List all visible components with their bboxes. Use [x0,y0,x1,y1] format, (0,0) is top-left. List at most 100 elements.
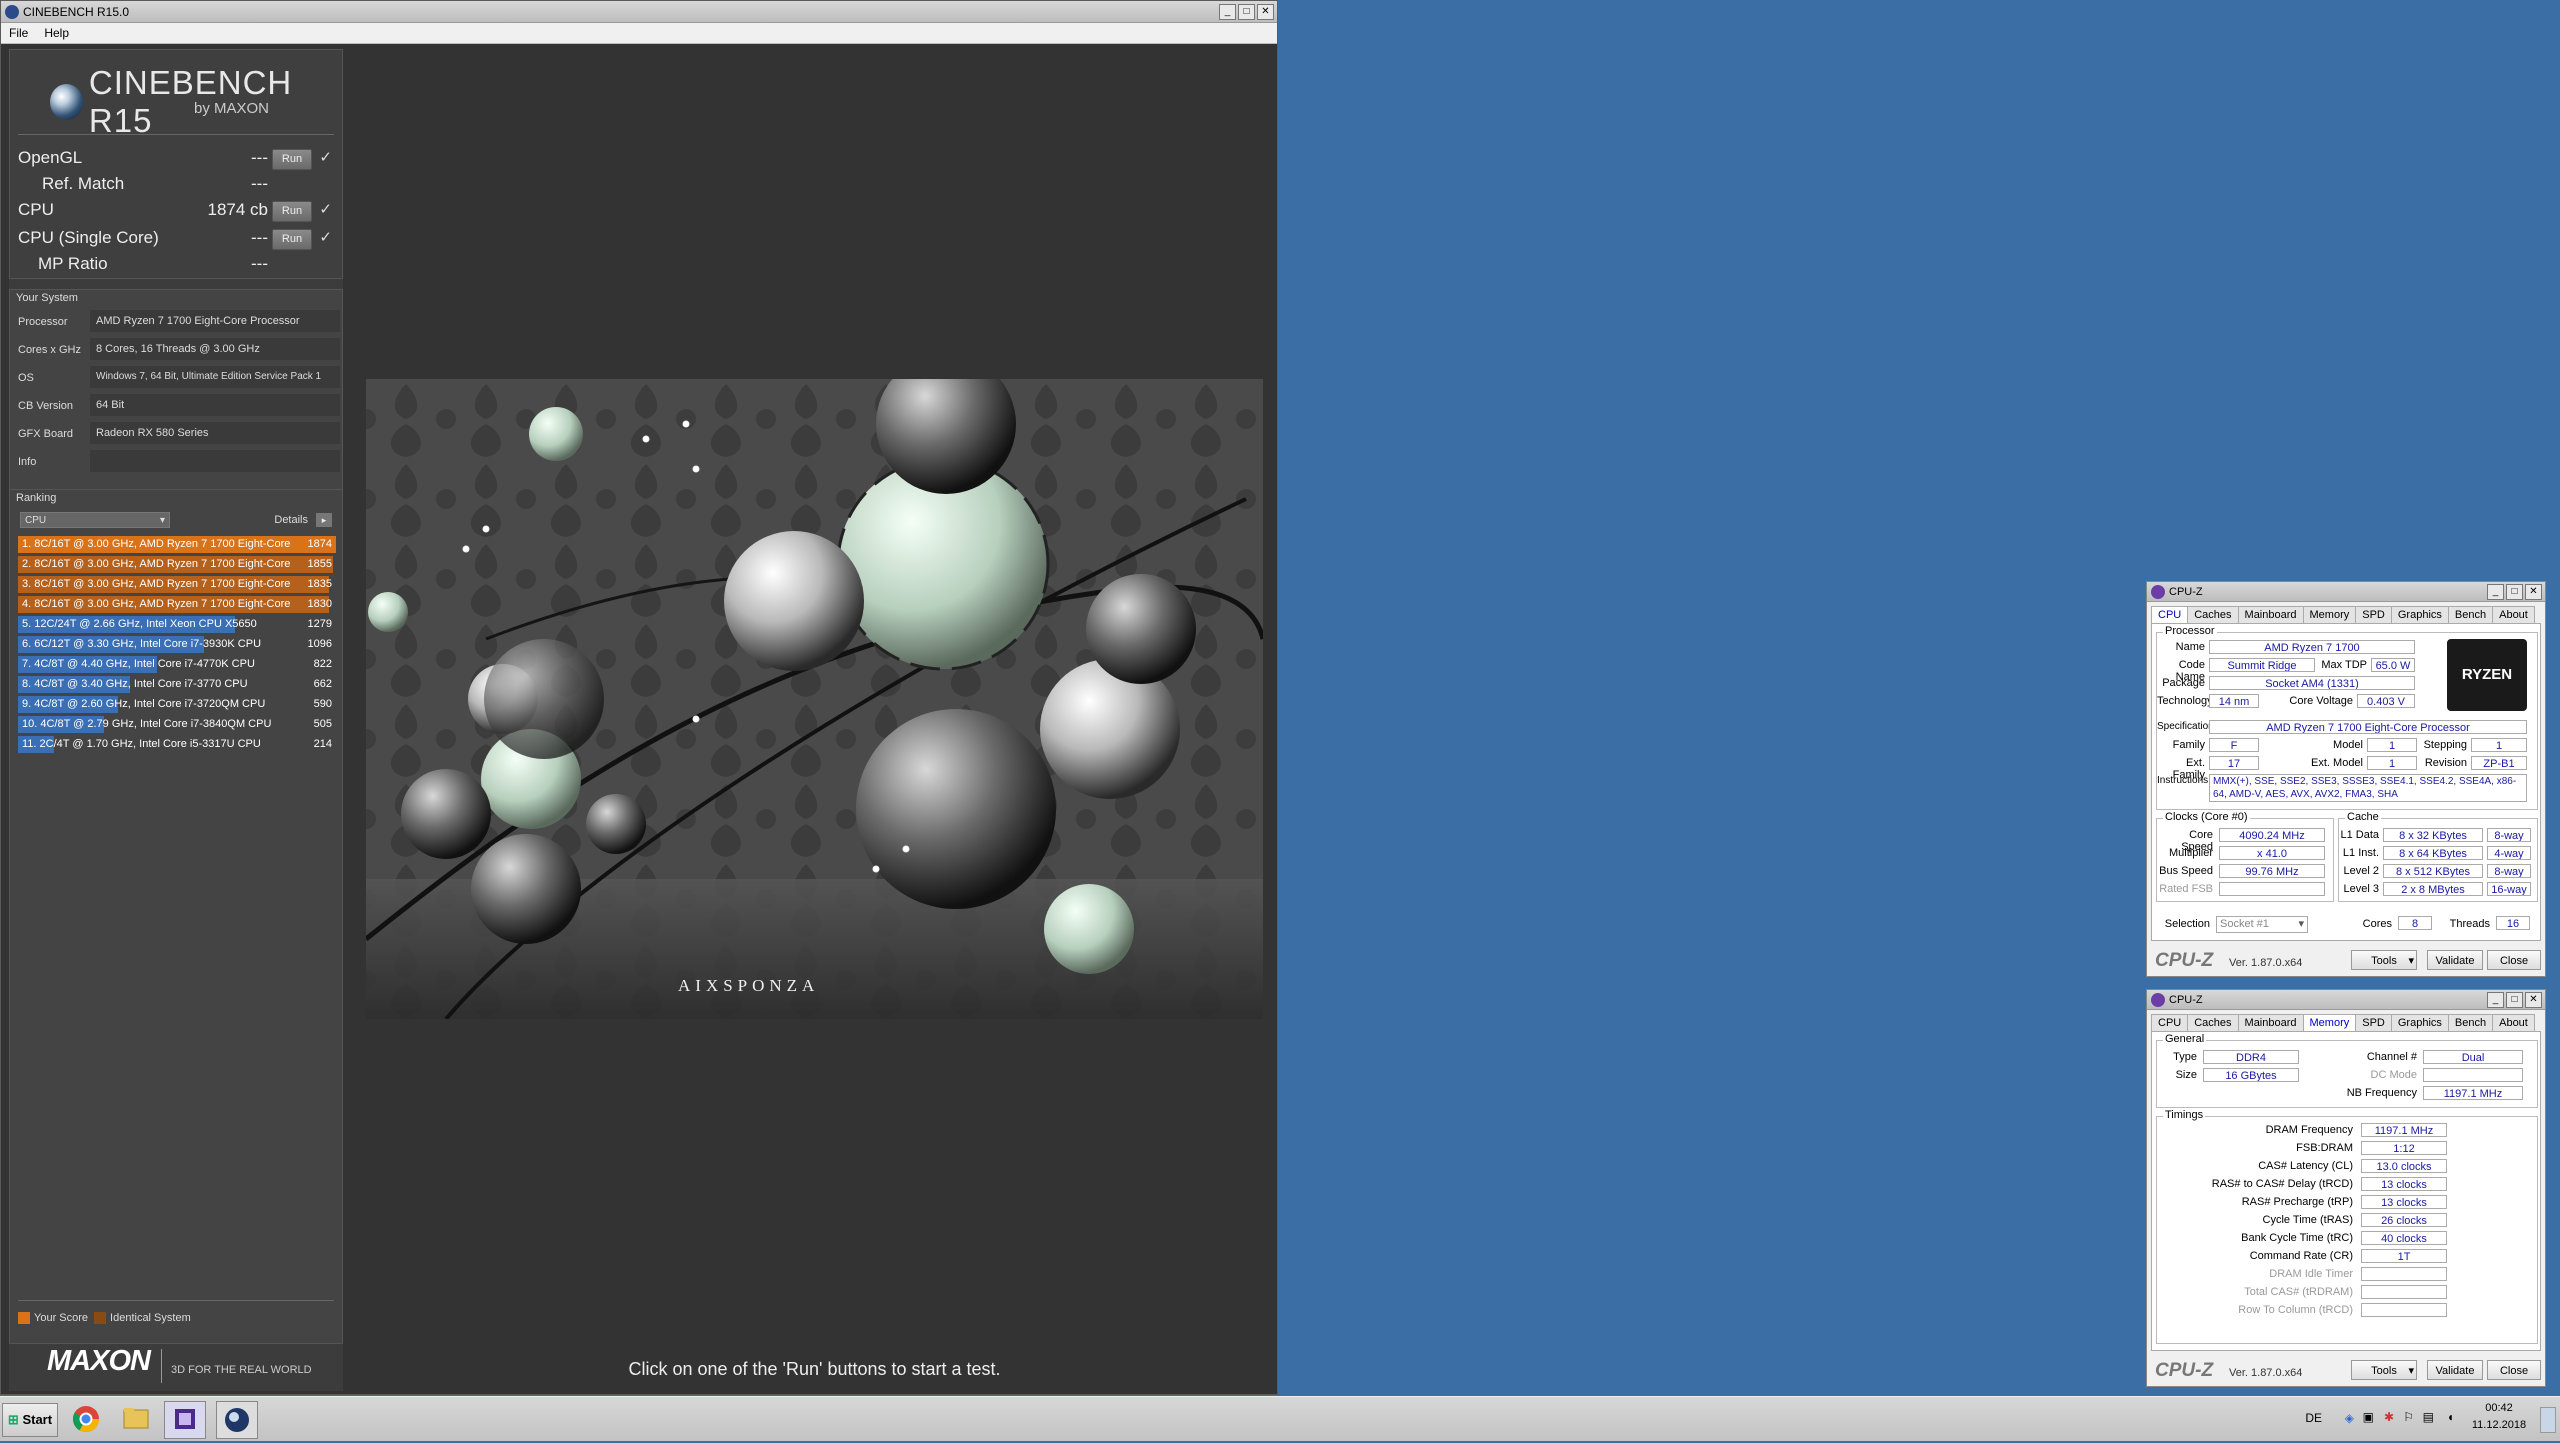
menu-help[interactable]: Help [36,26,77,40]
ranking-row[interactable]: 3. 8C/16T @ 3.00 GHz, AMD Ryzen 7 1700 E… [18,576,336,593]
cpu-check-icon[interactable]: ✓ [319,200,332,218]
tab-memory[interactable]: Memory [2302,1014,2357,1032]
instructions-value: MMX(+), SSE, SSE2, SSE3, SSSE3, SSE4.1, … [2209,774,2527,802]
tab-bench[interactable]: Bench [2447,1014,2494,1032]
chrome-taskbar-icon[interactable] [66,1401,106,1437]
ranking-text: 7. 4C/8T @ 4.40 GHz, Intel Core i7-4770K… [22,658,255,670]
ranking-row[interactable]: 11. 2C/4T @ 1.70 GHz, Intel Core i5-3317… [18,736,336,753]
minimize-button[interactable]: _ [1219,3,1236,20]
ranking-row[interactable]: 1. 8C/16T @ 3.00 GHz, AMD Ryzen 7 1700 E… [18,536,336,553]
volume-tray-icon[interactable]: ◖ [2447,1410,2454,1424]
timing-value: 40 clocks [2361,1231,2447,1245]
tools-label: Tools [2371,955,2397,967]
bench-label: CPU [18,200,54,219]
threads-value: 16 [2496,916,2530,930]
cpuz-footer: CPU-Z Ver. 1.87.0.x64 Tools ▾ Validate C… [2147,944,2545,976]
details-arrow-icon[interactable]: ▸ [316,513,332,527]
cpuz-titlebar[interactable]: CPU-Z _ □ ✕ [2147,990,2545,1010]
ranking-dropdown[interactable]: CPU ▾ [20,512,170,528]
tab-memory[interactable]: Memory [2302,606,2357,624]
details-label[interactable]: Details [274,514,308,526]
timing-value [2361,1267,2447,1281]
tab-caches[interactable]: Caches [2187,606,2239,624]
cinebench-taskbar-icon[interactable] [216,1401,258,1439]
minimize-button[interactable]: _ [2487,991,2504,1008]
multiplier-value: x 41.0 [2219,846,2325,860]
cpu-run-button[interactable]: Run [272,201,312,222]
tools-button[interactable]: Tools ▾ [2351,950,2417,970]
tab-about[interactable]: About [2492,606,2535,624]
tab-graphics[interactable]: Graphics [2390,1014,2449,1032]
app-tray-icon[interactable]: ▣ [2363,1410,2374,1424]
cpu-single-run-button[interactable]: Run [272,229,312,250]
tab-cpu[interactable]: CPU [2151,1014,2189,1032]
opengl-run-button[interactable]: Run [272,149,312,170]
explorer-taskbar-icon[interactable] [116,1401,156,1437]
tab-bench[interactable]: Bench [2447,606,2494,624]
opengl-check-icon[interactable]: ✓ [319,148,332,166]
cpuz-taskbar-icon[interactable] [164,1401,206,1439]
maximize-button[interactable]: □ [1238,3,1255,20]
close-button[interactable]: ✕ [2525,583,2542,600]
tab-caches[interactable]: Caches [2187,1014,2239,1032]
language-indicator[interactable]: DE [2305,1411,2322,1425]
specification-value: AMD Ryzen 7 1700 Eight-Core Processor [2209,720,2527,734]
close-button[interactable]: ✕ [2525,991,2542,1008]
ranking-row[interactable]: 5. 12C/24T @ 2.66 GHz, Intel Xeon CPU X5… [18,616,336,633]
field-label: Package [2162,677,2205,689]
close-dialog-button[interactable]: Close [2487,950,2541,970]
ranking-dropdown-value: CPU [25,515,47,526]
field-label: Rated FSB [2159,883,2213,895]
cpuz-titlebar[interactable]: CPU-Z _ □ ✕ [2147,582,2545,602]
tab-graphics[interactable]: Graphics [2390,606,2449,624]
info-field[interactable] [90,450,340,472]
l1-inst-value: 8 x 64 KBytes [2383,846,2483,860]
field-label: Multiplier [2168,847,2213,859]
cinebench-titlebar[interactable]: CINEBENCH R15.0 _ □ ✕ [1,1,1277,23]
tab-mainboard[interactable]: Mainboard [2237,606,2304,624]
tab-spd[interactable]: SPD [2355,606,2392,624]
validate-button[interactable]: Validate [2427,1360,2483,1380]
ranking-row[interactable]: 8. 4C/8T @ 3.40 GHz, Intel Core i7-3770 … [18,676,336,693]
monitor-tray-icon[interactable]: ▤ [2423,1410,2434,1424]
shield-tray-icon[interactable]: ✱ [2384,1410,2394,1424]
ranking-text: 11. 2C/4T @ 1.70 GHz, Intel Core i5-3317… [22,738,261,750]
tab-mainboard[interactable]: Mainboard [2237,1014,2304,1032]
ranking-row[interactable]: 7. 4C/8T @ 4.40 GHz, Intel Core i7-4770K… [18,656,336,673]
validate-button[interactable]: Validate [2427,950,2483,970]
ranking-row[interactable]: 10. 4C/8T @ 2.79 GHz, Intel Core i7-3840… [18,716,336,733]
close-dialog-button[interactable]: Close [2487,1360,2541,1380]
ext-model-value: 1 [2367,756,2417,770]
socket-select[interactable]: Socket #1 ▾ [2216,916,2308,933]
maximize-button[interactable]: □ [2506,991,2523,1008]
minimize-button[interactable]: _ [2487,583,2504,600]
tab-spd[interactable]: SPD [2355,1014,2392,1032]
ranking-text: 4. 8C/16T @ 3.00 GHz, AMD Ryzen 7 1700 E… [22,598,292,610]
tab-cpu[interactable]: CPU [2151,606,2189,624]
field-label: Core Voltage [2289,695,2353,707]
cpu-single-check-icon[interactable]: ✓ [319,228,332,246]
ranking-row[interactable]: 9. 4C/8T @ 2.60 GHz, Intel Core i7-3720Q… [18,696,336,713]
cpuz-footer-logo: CPU-Z [2155,950,2214,971]
clock-time[interactable]: 00:42 [2464,1402,2534,1414]
tools-button[interactable]: Tools ▾ [2351,1360,2417,1380]
maximize-button[interactable]: □ [2506,583,2523,600]
flag-tray-icon[interactable]: ⚐ [2403,1410,2414,1424]
timing-value: 1:12 [2361,1141,2447,1155]
clock-date[interactable]: 11.12.2018 [2464,1419,2534,1431]
network-tray-icon[interactable]: ◈ [2345,1411,2354,1425]
bench-value: 1874 cb [207,200,269,219]
start-button[interactable]: ⊞ Start [2,1403,58,1437]
ranking-row[interactable]: 4. 8C/16T @ 3.00 GHz, AMD Ryzen 7 1700 E… [18,596,336,613]
core-speed-value: 4090.24 MHz [2219,828,2325,842]
close-button[interactable]: ✕ [1257,3,1274,20]
tab-about[interactable]: About [2492,1014,2535,1032]
menu-file[interactable]: File [1,26,36,40]
show-desktop-button[interactable] [2540,1407,2556,1433]
ranking-row[interactable]: 2. 8C/16T @ 3.00 GHz, AMD Ryzen 7 1700 E… [18,556,336,573]
timing-value: 1197.1 MHz [2361,1123,2447,1137]
ranking-row[interactable]: 6. 6C/12T @ 3.30 GHz, Intel Core i7-3930… [18,636,336,653]
ranking-score: 1830 [307,598,332,610]
l2-value: 8 x 512 KBytes [2383,864,2483,878]
group-label: Clocks (Core #0) [2163,811,2250,823]
